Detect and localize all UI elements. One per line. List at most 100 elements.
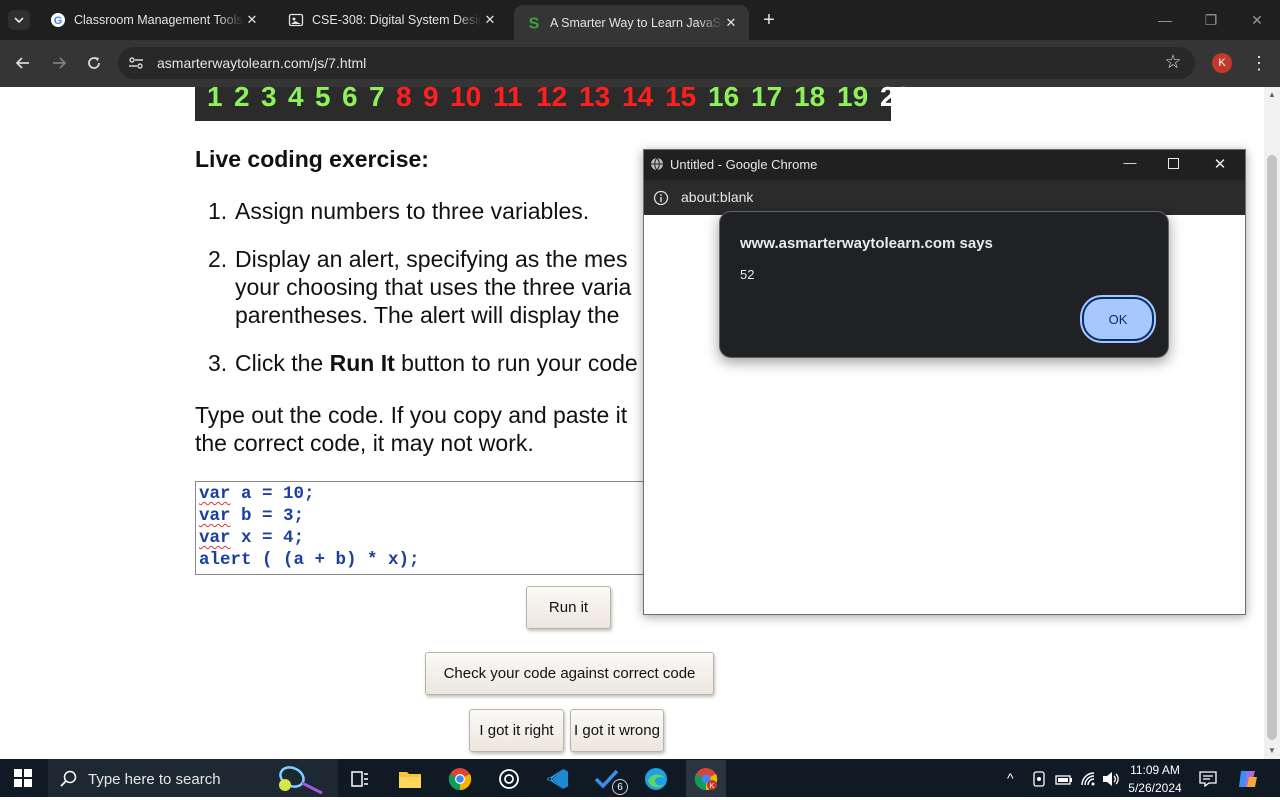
exercise-link-17[interactable]: 17	[751, 81, 782, 113]
tab-title: CSE-308: Digital System Design	[312, 13, 482, 27]
step-3-bold: Run It	[329, 350, 395, 376]
exercise-link-1[interactable]: 1	[207, 81, 223, 113]
popup-url: about:blank	[681, 189, 754, 205]
exercise-link-6[interactable]: 6	[342, 81, 358, 113]
popup-close-button[interactable]: ✕	[1212, 155, 1228, 175]
got-it-right-button[interactable]: I got it right	[469, 709, 564, 752]
menu-kebab-icon[interactable]: ⋮	[1250, 52, 1268, 74]
tab-classroom[interactable]: G Classroom Management Tools & Resources…	[38, 6, 270, 34]
code-rest: b = 3;	[230, 506, 305, 526]
close-icon[interactable]: ✕	[723, 15, 739, 31]
scroll-up-arrow-icon[interactable]: ▲	[1266, 90, 1278, 100]
exercise-link-13[interactable]: 13	[579, 81, 610, 113]
exercise-link-7[interactable]: 7	[369, 81, 385, 113]
check-code-button[interactable]: Check your code against correct code	[425, 652, 714, 695]
code-line: var a = 10;	[199, 483, 315, 505]
scrollbar-thumb[interactable]	[1267, 155, 1277, 740]
exercise-link-14[interactable]: 14	[622, 81, 653, 113]
got-it-wrong-button[interactable]: I got it wrong	[570, 709, 664, 752]
url-text[interactable]: asmarterwaytolearn.com/js/7.html	[157, 54, 366, 72]
edge-icon[interactable]	[643, 766, 669, 792]
close-window-button[interactable]: ✕	[1246, 10, 1268, 30]
dialog-title: www.asmarterwaytolearn.com says	[740, 235, 993, 252]
wifi-icon[interactable]	[1080, 771, 1098, 787]
close-icon[interactable]: ✕	[482, 12, 498, 28]
popup-title-bar: Untitled - Google Chrome — ✕	[644, 150, 1245, 180]
svg-text:K: K	[710, 783, 715, 790]
exercise-link-11[interactable]: 11	[493, 81, 523, 113]
volume-icon[interactable]	[1102, 771, 1120, 787]
exercise-link-4[interactable]: 4	[288, 81, 304, 113]
tab-smarter-way[interactable]: S A Smarter Way to Learn JavaScript ✕	[514, 5, 749, 40]
tab-title: Classroom Management Tools & Resources	[74, 13, 244, 27]
battery-icon[interactable]	[1055, 773, 1073, 785]
code-line: var b = 3;	[199, 505, 304, 527]
clock-date[interactable]: 5/26/2024	[1126, 781, 1184, 795]
code-rest: a = 10;	[230, 484, 315, 504]
popup-minimize-button[interactable]: —	[1122, 155, 1138, 175]
run-it-button[interactable]: Run it	[526, 586, 611, 629]
exercise-link-5[interactable]: 5	[315, 81, 331, 113]
exercise-link-18[interactable]: 18	[794, 81, 825, 113]
popup-maximize-button[interactable]	[1168, 158, 1179, 169]
exercise-link-9[interactable]: 9	[423, 81, 439, 113]
tab-cse308[interactable]: CSE-308: Digital System Design ✕	[276, 6, 508, 34]
new-tab-button[interactable]: +	[759, 10, 779, 30]
globe-icon	[650, 157, 664, 171]
step-number: 1.	[208, 198, 228, 224]
tab-title: A Smarter Way to Learn JavaScript	[550, 15, 723, 30]
scroll-down-arrow-icon[interactable]: ▼	[1266, 746, 1278, 756]
s-logo-icon: S	[526, 15, 542, 32]
code-keyword: var	[199, 506, 231, 526]
notification-badge: 6	[612, 779, 628, 795]
exercise-link-10[interactable]: 10	[450, 81, 481, 113]
copilot-icon[interactable]	[1237, 769, 1259, 789]
vscode-icon[interactable]	[545, 766, 571, 792]
exercise-link-20[interactable]: 20	[880, 81, 911, 113]
exercise-link-15[interactable]: 15	[665, 81, 696, 113]
step-1-text: Assign numbers to three variables.	[235, 198, 590, 224]
exercise-link-8[interactable]: 8	[396, 81, 412, 113]
code-keyword: var	[199, 528, 231, 548]
exercise-link-16[interactable]: 16	[708, 81, 739, 113]
arrow-left-icon	[15, 57, 29, 69]
step-2-line: your choosing that uses the three varia	[235, 274, 632, 300]
reload-button[interactable]	[83, 52, 105, 74]
ok-button[interactable]: OK	[1082, 297, 1154, 341]
close-icon[interactable]: ✕	[244, 12, 260, 28]
clock-time[interactable]: 11:09 AM	[1128, 763, 1182, 777]
exercise-link-19[interactable]: 19	[837, 81, 868, 113]
chrome-profile-icon[interactable]: K	[693, 766, 719, 792]
chatgpt-icon[interactable]	[496, 766, 522, 792]
minimize-button[interactable]: —	[1154, 10, 1176, 30]
popup-address-bar: about:blank	[644, 180, 1245, 215]
meet-now-icon[interactable]	[1032, 771, 1046, 787]
notifications-icon[interactable]	[1199, 771, 1217, 788]
profile-avatar[interactable]: K	[1212, 53, 1232, 73]
code-editor[interactable]: var a = 10; var b = 3; var x = 4; alert …	[195, 481, 667, 575]
file-explorer-icon[interactable]	[397, 766, 423, 792]
code-keyword: var	[199, 484, 231, 504]
exercise-link-12[interactable]: 12	[536, 81, 567, 113]
google-icon: G	[50, 12, 66, 28]
arrow-right-icon	[53, 57, 67, 69]
restore-button[interactable]: ❐	[1200, 10, 1222, 30]
step-3-post: button to run your code	[394, 350, 638, 376]
tab-search-button[interactable]	[8, 10, 30, 30]
chevron-up-icon[interactable]: ^	[1007, 770, 1014, 786]
back-button[interactable]	[12, 52, 34, 74]
exercise-link-3[interactable]: 3	[261, 81, 277, 113]
forward-button[interactable]	[48, 52, 70, 74]
search-icon	[60, 770, 78, 788]
info-icon[interactable]	[653, 190, 669, 206]
step-3-pre: Click the	[235, 350, 330, 376]
task-view-icon[interactable]	[347, 766, 373, 792]
code-rest: x = 4;	[230, 528, 305, 548]
windows-start-icon[interactable]	[14, 769, 32, 787]
bookmark-star-icon[interactable]: ☆	[1162, 52, 1184, 74]
reload-icon	[88, 57, 100, 69]
chrome-icon[interactable]	[447, 766, 473, 792]
dialog-message: 52	[740, 267, 755, 282]
site-settings-icon[interactable]	[127, 55, 145, 71]
exercise-link-2[interactable]: 2	[234, 81, 250, 113]
